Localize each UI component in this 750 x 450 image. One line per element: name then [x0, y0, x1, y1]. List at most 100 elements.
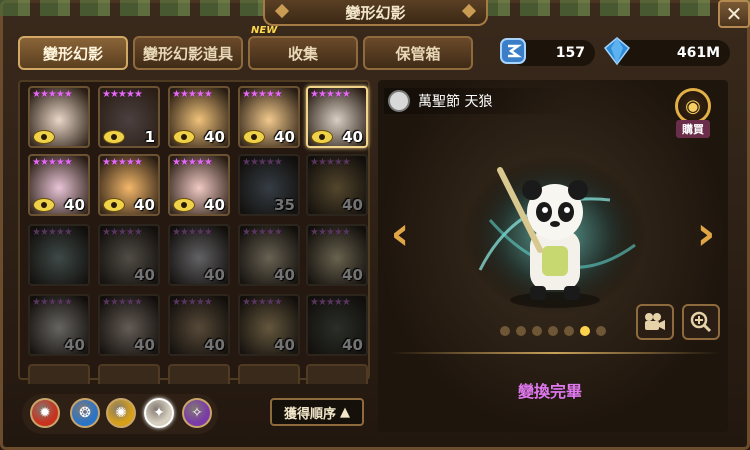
eye-icon [311, 130, 333, 144]
page-dot[interactable] [548, 326, 558, 336]
title-ornament-left [274, 3, 290, 19]
eye-icon [243, 130, 265, 144]
sort-label: 獲得順序 [283, 406, 336, 422]
monster-card[interactable]: ★★★★★ 40 [168, 86, 230, 148]
eye-emblem-icon: ◉ [675, 88, 711, 124]
monster-level: 40 [274, 336, 295, 354]
wind-element-icon[interactable]: ✺ [106, 398, 136, 428]
monster-level: 40 [342, 196, 363, 214]
monster-card[interactable]: ★★★★★ 40 [238, 294, 300, 356]
monster-level: 40 [204, 196, 225, 214]
tab-transform-skins[interactable]: 變形幻影 [18, 36, 128, 70]
star-rating: ★★★★★ [102, 297, 143, 308]
monster-level: 35 [274, 196, 295, 214]
monster-preview [463, 155, 647, 315]
monster-card[interactable]: ★★★★★ 40 [168, 224, 230, 286]
monster-card[interactable]: ★★★★★ 40 [98, 154, 160, 216]
star-rating: ★★★★★ [102, 89, 143, 100]
light-element-icon [388, 90, 410, 112]
monster-card[interactable]: ★★★★★ 40 [98, 224, 160, 286]
buy-button[interactable]: ◉ 購買 [668, 88, 718, 138]
monster-card[interactable]: ★★★★★ 40 [306, 294, 368, 356]
tab-label: 收集 [287, 44, 318, 63]
dark-element-icon[interactable]: ✧ [182, 398, 212, 428]
page-dot[interactable] [580, 326, 590, 336]
chevron-left-icon: ‹ [390, 206, 410, 260]
fire-element-icon[interactable]: ✹ [30, 398, 60, 428]
star-rating: ★★★★★ [172, 157, 213, 168]
empty-slot [168, 364, 230, 384]
preview-page-dots [500, 326, 606, 336]
buy-label: 購買 [676, 120, 710, 138]
monster-level: 40 [134, 196, 155, 214]
monster-card[interactable]: ★★★★★ 40 [28, 294, 90, 356]
monster-level: 40 [342, 266, 363, 284]
sort-button[interactable]: 獲得順序 ▲ [270, 398, 364, 426]
eye-icon [103, 198, 125, 212]
monster-card[interactable]: ★★★★★ 40 [28, 154, 90, 216]
zoom-button[interactable] [682, 304, 720, 340]
chevron-right-icon: › [696, 206, 716, 260]
new-badge: NEW [251, 25, 278, 36]
monster-level: 40 [204, 336, 225, 354]
star-rating: ★★★★★ [242, 297, 283, 308]
previous-arrow-button[interactable]: ‹ [386, 206, 414, 260]
star-rating: ★★★★★ [102, 227, 143, 238]
monster-level: 1 [144, 128, 155, 146]
tab-storage[interactable]: 保管箱 [363, 36, 473, 70]
empty-slot [98, 364, 160, 384]
eye-icon [33, 198, 55, 212]
crystal-value: 461M [676, 45, 720, 61]
monster-card[interactable]: ★★★★★ 40 [238, 224, 300, 286]
light-element-icon[interactable]: ✦ [144, 398, 174, 428]
water-element-icon[interactable]: ❂ [70, 398, 100, 428]
monster-level: 40 [134, 336, 155, 354]
monster-card[interactable]: ★★★★★ 1 [98, 86, 160, 148]
page-dot[interactable] [564, 326, 574, 336]
close-button[interactable]: ✕ [718, 0, 750, 28]
monster-level: 40 [64, 196, 85, 214]
eye-icon [173, 198, 195, 212]
monster-card[interactable]: ★★★★★ 40 [306, 86, 368, 148]
star-rating: ★★★★★ [32, 297, 73, 308]
page-dot[interactable] [516, 326, 526, 336]
next-arrow-button[interactable]: › [692, 206, 720, 260]
star-rating: ★★★★★ [32, 227, 73, 238]
monster-card[interactable]: ★★★★★ 35 [238, 154, 300, 216]
star-rating: ★★★★★ [242, 157, 283, 168]
rune-token-value: 157 [555, 45, 585, 61]
divider [390, 352, 720, 354]
title-ornament-right [461, 3, 477, 19]
empty-slot [306, 364, 368, 384]
monster-card[interactable]: ★★★★★ 40 [98, 294, 160, 356]
monster-card[interactable]: ★★★★★ 40 [168, 294, 230, 356]
video-camera-icon [645, 313, 665, 330]
eye-icon [173, 130, 195, 144]
zoom-in-icon [690, 311, 712, 333]
page-dot[interactable] [500, 326, 510, 336]
page-dot[interactable] [532, 326, 542, 336]
monster-level: 40 [134, 266, 155, 284]
monster-card[interactable]: ★★★★★ [28, 86, 90, 148]
monster-card[interactable]: ★★★★★ [28, 224, 90, 286]
skin-name: 萬聖節 天狼 [418, 94, 493, 110]
video-button[interactable] [636, 304, 674, 340]
monster-level: 40 [204, 266, 225, 284]
tab-collection[interactable]: 收集 [248, 36, 358, 70]
monster-card[interactable]: ★★★★★ 40 [306, 154, 368, 216]
empty-slot [238, 364, 300, 384]
monster-card[interactable]: ★★★★★ 40 [306, 224, 368, 286]
monster-card[interactable]: ★★★★★ 40 [168, 154, 230, 216]
tab-label: 變形幻影 [42, 44, 103, 63]
tab-transform-items[interactable]: 變形幻影道具 [133, 36, 243, 70]
star-rating: ★★★★★ [172, 297, 213, 308]
window-title: 變形幻影 [263, 0, 488, 26]
tab-label: 變形幻影道具 [142, 44, 233, 63]
star-rating: ★★★★★ [310, 227, 351, 238]
monster-level: 40 [342, 128, 363, 146]
page-dot[interactable] [596, 326, 606, 336]
star-rating: ★★★★★ [172, 227, 213, 238]
monster-level: 40 [274, 128, 295, 146]
monster-level: 40 [204, 128, 225, 146]
monster-card[interactable]: ★★★★★ 40 [238, 86, 300, 148]
